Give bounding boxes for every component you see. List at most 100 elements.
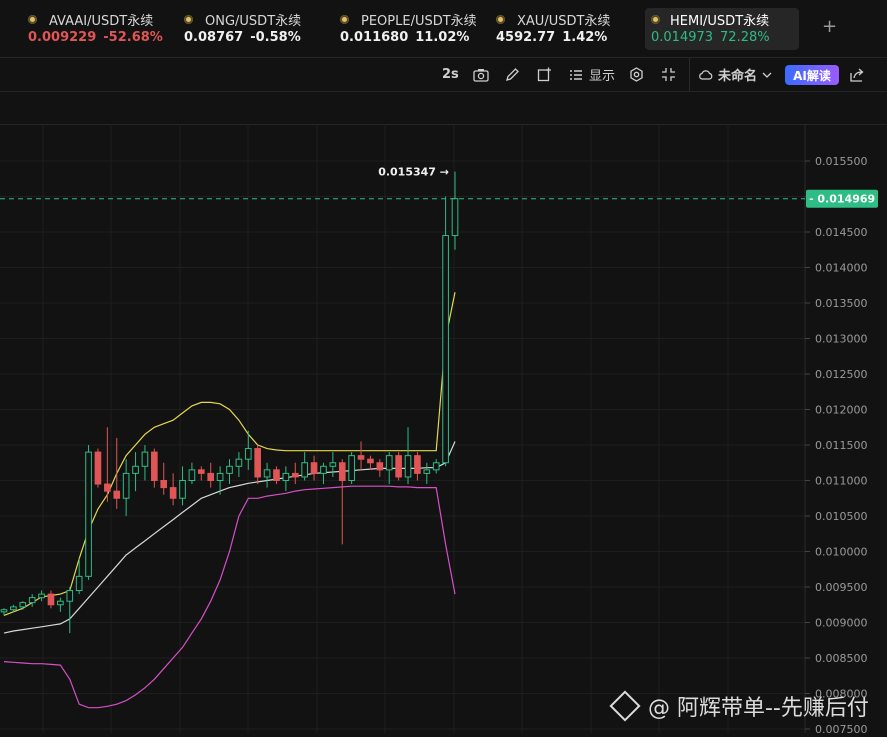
brand-logo-icon (609, 690, 641, 722)
candle-body (282, 472, 290, 481)
candle-body (151, 451, 158, 482)
tab-symbol: AVAAI/USDT永续 (49, 13, 154, 29)
chevron-down-icon (762, 72, 772, 78)
tab-symbol: HEMI/USDT永续 (670, 13, 770, 29)
candle-body (197, 469, 205, 474)
candle-body (10, 606, 17, 611)
candle-body (338, 462, 346, 481)
upper-band-line (3, 292, 456, 616)
layout-dropdown[interactable]: 未命名 (698, 58, 772, 91)
add-tab-icon[interactable]: + (822, 16, 837, 37)
candle-body (188, 469, 196, 482)
candle-body (291, 472, 299, 478)
candle-body (357, 455, 365, 460)
candle (28, 594, 36, 607)
candle-body (376, 462, 384, 471)
tab-avaai[interactable]: AVAAI/USDT永续 0.009229 -52.68% (28, 8, 178, 50)
candle-body (94, 451, 102, 485)
candle (385, 452, 393, 485)
coin-icon (651, 14, 660, 24)
interval-button[interactable]: 2s (442, 58, 459, 91)
tab-price: 4592.77 (496, 30, 556, 45)
candle (235, 452, 243, 477)
tab-hemi[interactable]: HEMI/USDT永续 0.014973 72.28% (645, 8, 799, 50)
tab-change: -0.58% (250, 30, 301, 45)
candle (151, 448, 158, 488)
cloud-icon (699, 69, 713, 80)
candle (282, 466, 290, 492)
axis-tick-label: 0.009500 (815, 581, 868, 594)
candle (66, 587, 74, 634)
axis-tick-label: 0.015500 (815, 155, 868, 168)
layout-name: 未命名 (718, 69, 758, 84)
candle-body (301, 462, 308, 478)
candle-body (404, 455, 412, 478)
axis-tick-label: 0.010000 (815, 546, 868, 559)
indicator-add-icon[interactable] (537, 58, 552, 91)
candle-body (414, 455, 421, 474)
candle-body (28, 597, 36, 604)
candle (254, 445, 262, 485)
candle-body (442, 235, 449, 464)
divider (689, 58, 690, 91)
tab-xau[interactable]: XAU/USDT永续 4592.77 1.42% (496, 8, 636, 50)
pencil-icon[interactable] (505, 58, 520, 91)
candle (432, 459, 440, 474)
candle (395, 452, 402, 481)
candle (357, 441, 365, 470)
camera-icon[interactable] (473, 58, 489, 91)
coin-icon (28, 14, 37, 24)
tab-people[interactable]: PEOPLE/USDT永续 0.011680 11.02% (340, 8, 490, 50)
axis-tick-label: 0.009000 (815, 617, 868, 630)
tab-change: 72.28% (720, 30, 770, 45)
tab-ong[interactable]: ONG/USDT永续 0.08767 -0.58% (184, 8, 334, 50)
axis-tick-label: 0.014000 (815, 262, 868, 275)
price-chart[interactable]: 0.0155000.0150000.0145000.0140000.013500… (0, 124, 887, 736)
candle-body (104, 483, 111, 492)
candle (197, 466, 205, 481)
candle (273, 466, 280, 485)
share-icon[interactable] (850, 58, 865, 91)
display-label: 显示 (589, 69, 616, 84)
candle (94, 448, 102, 488)
candle-body (19, 602, 27, 608)
settings-icon[interactable] (629, 58, 644, 91)
candle-body (47, 593, 55, 606)
candle (367, 455, 374, 470)
candle-body (273, 469, 280, 482)
high-price-marker: 0.015347 → (378, 166, 449, 179)
candle-body (57, 600, 64, 606)
axis-tick-label: 0.014500 (815, 226, 868, 239)
display-button[interactable]: 显示 (569, 58, 615, 91)
candle (132, 452, 139, 492)
candle-body (169, 487, 177, 499)
candle-body (244, 448, 252, 460)
candle-body (235, 458, 243, 467)
candle (310, 455, 318, 481)
tab-change: 1.42% (562, 30, 608, 45)
candle-body (320, 465, 327, 474)
tab-price: 0.08767 (184, 30, 244, 45)
tab-symbol: ONG/USDT永续 (205, 13, 302, 29)
collapse-icon[interactable] (661, 58, 676, 91)
candle-body (66, 590, 74, 602)
candle-body (263, 469, 271, 478)
candlestick-chart[interactable]: 0.0155000.0150000.0145000.0140000.013500… (0, 124, 887, 736)
candle-body (226, 465, 233, 474)
axis-tick-label: 0.013500 (815, 297, 868, 310)
candle-body (132, 465, 139, 474)
candle (104, 427, 111, 502)
chart-toolbar: 2s 显示 未命名 (0, 58, 887, 92)
candle (207, 462, 215, 488)
candle-body (0, 609, 8, 613)
candle-body (207, 472, 215, 481)
candle-body (385, 455, 393, 471)
ai-analysis-button[interactable]: AI解读 (785, 65, 839, 85)
candle (141, 445, 149, 481)
watermark-text: @ 阿辉带单--先赚后付 (648, 696, 869, 721)
candle (188, 462, 196, 485)
candle-body (160, 480, 168, 489)
candle (376, 459, 384, 477)
tab-price: 0.014973 (651, 30, 714, 45)
axis-tick-label: 0.012500 (815, 368, 868, 381)
